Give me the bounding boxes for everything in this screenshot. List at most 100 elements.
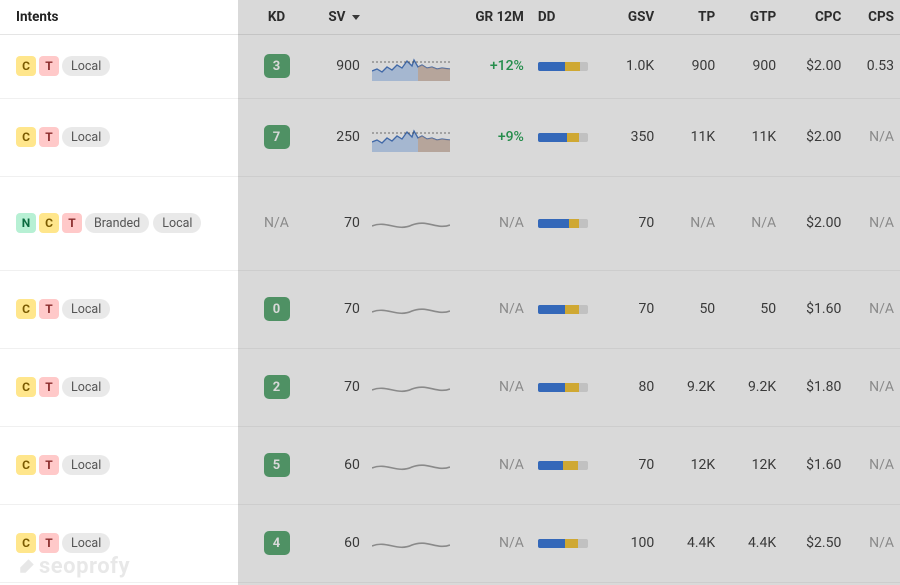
- spark-cell: [366, 98, 456, 176]
- col-sv[interactable]: SV: [303, 0, 366, 34]
- keywords-table: Intents KD SV GR 12M DD GSV TP GTP CPC C…: [0, 0, 900, 583]
- cps-cell: 0.53: [847, 34, 900, 98]
- dd-bar: [538, 305, 588, 314]
- col-gsv[interactable]: GSV: [595, 0, 660, 34]
- cps-value: N/A: [869, 129, 894, 145]
- gr12m-cell: N/A: [456, 176, 530, 270]
- col-cps[interactable]: CPS: [847, 0, 900, 34]
- sparkline-icon: [372, 51, 450, 81]
- tag-local: Local: [62, 127, 110, 147]
- kd-pill: 5: [264, 453, 290, 477]
- intents-cell: CTLocal: [0, 270, 250, 348]
- gsv-cell: 80: [595, 348, 660, 426]
- cps-value: N/A: [869, 535, 894, 551]
- cpc-value: $2.00: [806, 215, 841, 231]
- dd-bar: [538, 62, 588, 71]
- intent-badge-c: C: [16, 377, 36, 397]
- sv-cell: 60: [303, 426, 366, 504]
- intent-badge-c: C: [16, 127, 36, 147]
- gtp-value: 11K: [752, 129, 777, 145]
- gsv-cell: 70: [595, 426, 660, 504]
- cpc-cell: $2.50: [782, 504, 847, 582]
- tp-value: 11K: [691, 129, 716, 145]
- cps-cell: N/A: [847, 348, 900, 426]
- col-cpc[interactable]: CPC: [782, 0, 847, 34]
- col-gr12m[interactable]: GR 12M: [366, 0, 530, 34]
- gtp-cell: N/A: [721, 176, 782, 270]
- table-row[interactable]: CTLocal460N/A1004.4K4.4K$2.50N/A: [0, 504, 900, 582]
- kd-cell: 7: [250, 98, 303, 176]
- gsv-value: 70: [638, 301, 654, 317]
- gtp-value: 4.4K: [748, 535, 776, 551]
- intent-badge-n: N: [16, 213, 36, 233]
- table-row[interactable]: NCTBrandedLocalN/A70N/A70N/AN/A$2.00N/A: [0, 176, 900, 270]
- gr12m-cell: N/A: [456, 504, 530, 582]
- tag-branded: Branded: [85, 213, 149, 233]
- cpc-value: $1.60: [806, 301, 841, 317]
- table-row[interactable]: CTLocal3900+12%1.0K900900$2.000.53: [0, 34, 900, 98]
- cps-value: N/A: [869, 379, 894, 395]
- col-gtp[interactable]: GTP: [721, 0, 782, 34]
- cps-cell: N/A: [847, 176, 900, 270]
- spark-cell: [366, 34, 456, 98]
- gr12m-value: +12%: [490, 58, 524, 74]
- cpc-cell: $1.60: [782, 270, 847, 348]
- dd-cell: [530, 504, 595, 582]
- dd-bar: [538, 461, 588, 470]
- intents-cell: CTLocal: [0, 98, 250, 176]
- intent-badge-t: T: [39, 455, 59, 475]
- kd-value: N/A: [264, 215, 289, 231]
- kd-pill: 2: [264, 375, 290, 399]
- gsv-cell: 100: [595, 504, 660, 582]
- gr12m-cell: +9%: [456, 98, 530, 176]
- gsv-value: 80: [638, 379, 654, 395]
- intent-badge-t: T: [39, 377, 59, 397]
- gtp-value: N/A: [751, 215, 776, 231]
- sv-value: 70: [344, 215, 360, 231]
- sv-value: 900: [336, 58, 360, 74]
- gtp-cell: 12K: [721, 426, 782, 504]
- cpc-value: $2.00: [806, 129, 841, 145]
- dd-cell: [530, 98, 595, 176]
- col-dd[interactable]: DD: [530, 0, 595, 34]
- tag-local: Local: [62, 299, 110, 319]
- gr12m-cell: N/A: [456, 348, 530, 426]
- cpc-value: $1.80: [806, 379, 841, 395]
- cpc-cell: $2.00: [782, 176, 847, 270]
- gsv-value: 70: [638, 457, 654, 473]
- intent-badge-t: T: [39, 299, 59, 319]
- cpc-cell: $2.00: [782, 34, 847, 98]
- cps-value: N/A: [869, 457, 894, 473]
- cpc-value: $1.60: [806, 457, 841, 473]
- col-kd[interactable]: KD: [250, 0, 303, 34]
- sparkline-icon: [372, 208, 450, 238]
- table-row[interactable]: CTLocal 5 60 N/A 70 12K 12K $1.60 N/A: [0, 426, 900, 504]
- tp-value: 12K: [691, 457, 716, 473]
- sv-value: 250: [336, 129, 360, 145]
- cpc-cell: $1.60: [782, 426, 847, 504]
- gr12m-value: N/A: [499, 457, 524, 473]
- gtp-cell: 9.2K: [721, 348, 782, 426]
- tp-cell: 12K: [660, 426, 721, 504]
- tp-cell: 50: [660, 270, 721, 348]
- col-tp[interactable]: TP: [660, 0, 721, 34]
- intent-badge-c: C: [16, 56, 36, 76]
- intents-cell: CTLocal: [0, 426, 250, 504]
- intent-badge-t: T: [39, 56, 59, 76]
- col-intents[interactable]: Intents: [0, 0, 250, 34]
- intent-badge-t: T: [39, 533, 59, 553]
- table-row[interactable]: CTLocal270N/A809.2K9.2K$1.80N/A: [0, 348, 900, 426]
- gr12m-value: N/A: [499, 379, 524, 395]
- tp-value: 4.4K: [687, 535, 715, 551]
- table-row[interactable]: CTLocal070N/A705050$1.60N/A: [0, 270, 900, 348]
- dd-bar: [538, 219, 588, 228]
- sort-desc-icon: [352, 15, 360, 20]
- gsv-cell: 1.0K: [595, 34, 660, 98]
- kd-cell: 0: [250, 270, 303, 348]
- cps-value: N/A: [869, 215, 894, 231]
- gr12m-cell: +12%: [456, 34, 530, 98]
- gtp-value: 9.2K: [748, 379, 776, 395]
- intents-cell: NCTBrandedLocal: [0, 176, 250, 270]
- dd-bar: [538, 383, 588, 392]
- table-row[interactable]: CTLocal7250+9%35011K11K$2.00N/A: [0, 98, 900, 176]
